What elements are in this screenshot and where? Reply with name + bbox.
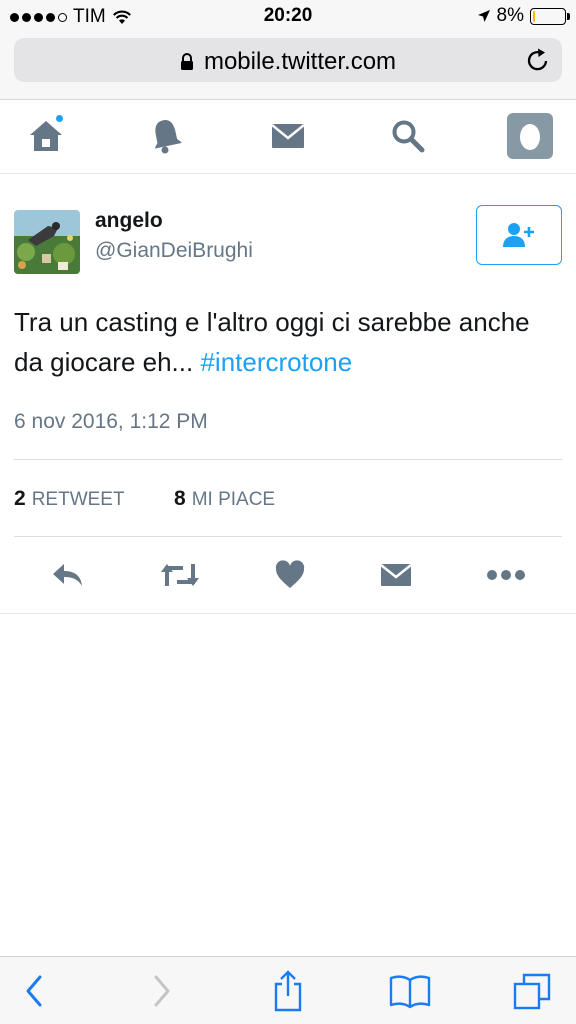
- retweet-icon: [161, 564, 199, 586]
- bell-icon: [154, 120, 182, 154]
- heart-icon: [275, 560, 305, 588]
- reload-icon[interactable]: [526, 47, 550, 73]
- tabs-icon: [513, 973, 551, 1010]
- nav-profile[interactable]: [506, 113, 554, 159]
- envelope-icon: [271, 124, 305, 148]
- share-icon: [274, 970, 302, 1012]
- nav-home[interactable]: [22, 114, 70, 158]
- battery-icon: [530, 7, 570, 25]
- tweet-stats: 2 RETWEET 8 MI PIACE: [14, 459, 562, 537]
- battery-level: [533, 10, 535, 22]
- more-dots-icon: [487, 570, 525, 580]
- reply-button[interactable]: [46, 554, 90, 596]
- user-handle[interactable]: @GianDeiBrughi: [95, 239, 253, 263]
- nav-messages[interactable]: [264, 114, 312, 158]
- tabs-button[interactable]: [510, 969, 554, 1013]
- like-label: MI PIACE: [191, 489, 276, 510]
- hashtag-link[interactable]: #intercrotone: [200, 347, 352, 377]
- like-stat[interactable]: 8 MI PIACE: [174, 487, 275, 511]
- chevron-right-icon: [154, 975, 170, 1007]
- nav-search[interactable]: [384, 114, 432, 158]
- follow-button[interactable]: [476, 205, 562, 265]
- location-arrow-icon: [477, 10, 490, 22]
- home-icon: [30, 121, 62, 151]
- address-bar[interactable]: mobile.twitter.com: [14, 38, 562, 82]
- search-icon: [392, 120, 425, 153]
- direct-message-button[interactable]: [374, 554, 418, 596]
- like-button[interactable]: [268, 554, 312, 596]
- retweet-button[interactable]: [158, 554, 202, 596]
- book-icon: [389, 975, 431, 1009]
- tweet-actions: [0, 554, 576, 596]
- retweet-stat[interactable]: 2 RETWEET: [14, 487, 125, 511]
- battery-percent: 8%: [496, 5, 524, 26]
- retweet-label: RETWEET: [31, 489, 125, 510]
- user-display-name[interactable]: angelo: [95, 209, 163, 233]
- envelope-icon: [380, 564, 412, 586]
- add-user-icon: [503, 223, 534, 247]
- tweet-text: Tra un casting e l'altro oggi ci sarebbe…: [14, 302, 554, 382]
- chevron-left-icon: [26, 975, 42, 1007]
- url-text: mobile.twitter.com: [203, 48, 397, 75]
- safari-toolbar: [0, 956, 576, 1024]
- user-avatar[interactable]: [14, 210, 80, 274]
- reply-icon: [53, 564, 82, 586]
- more-options-button[interactable]: [484, 554, 528, 596]
- like-count: 8: [174, 487, 186, 510]
- bookmarks-button[interactable]: [388, 969, 432, 1013]
- back-button[interactable]: [12, 969, 56, 1013]
- tweet-timestamp[interactable]: 6 nov 2016, 1:12 PM: [14, 410, 208, 434]
- browser-address-area: mobile.twitter.com: [0, 32, 576, 100]
- retweet-count: 2: [14, 487, 26, 510]
- twitter-nav-bar: [0, 100, 576, 174]
- lock-icon: [180, 53, 193, 70]
- nav-notifications[interactable]: [142, 114, 190, 158]
- tweet-card: angelo @GianDeiBrughi Tra un casting e l…: [0, 174, 576, 614]
- notification-dot: [55, 114, 64, 123]
- share-button[interactable]: [266, 969, 310, 1013]
- profile-avatar-icon: [507, 113, 553, 159]
- forward-button[interactable]: [140, 969, 184, 1013]
- status-bar: TIM 20:20 8%: [0, 0, 576, 32]
- status-right: 8%: [477, 5, 570, 27]
